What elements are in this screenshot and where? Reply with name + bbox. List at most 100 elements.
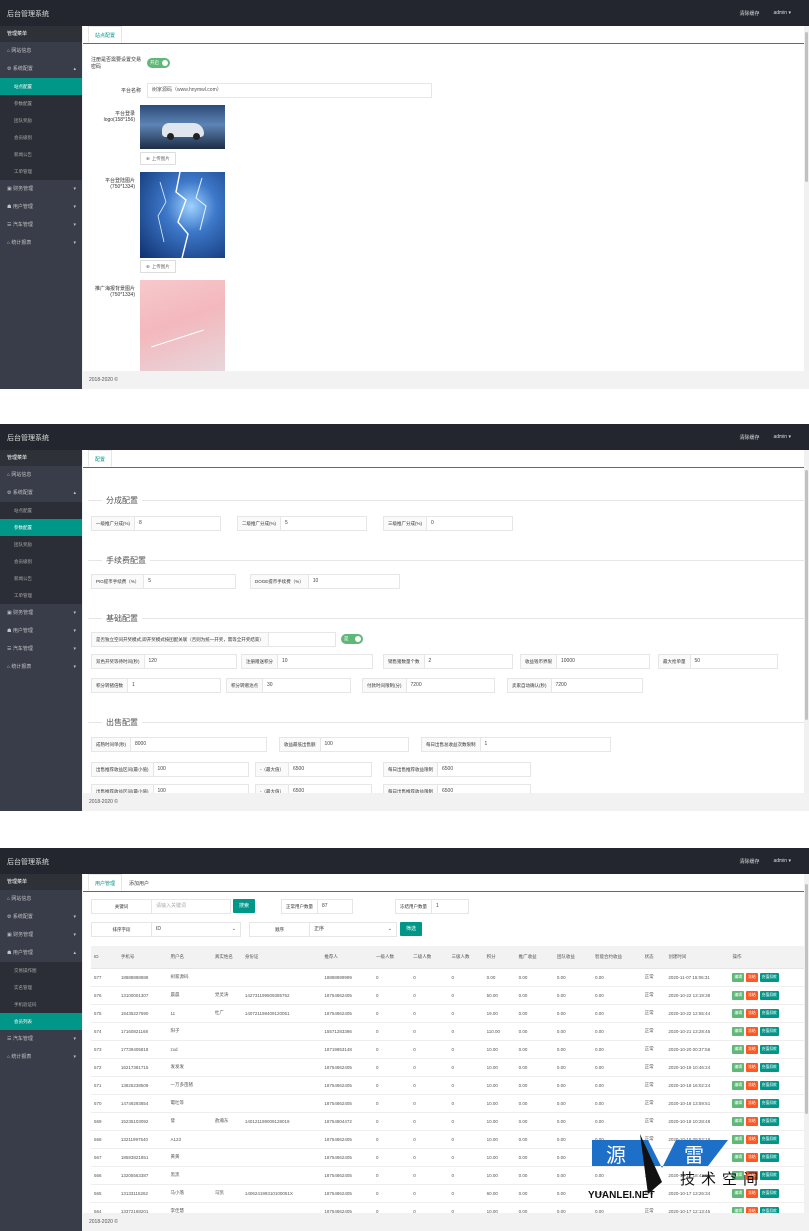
recharge-button[interactable]: 充值扣款 — [759, 1026, 779, 1036]
scrollbar[interactable] — [804, 450, 809, 811]
base-coin-limit: 收益钱币界限 10000 — [520, 654, 650, 669]
order-select[interactable]: 正序 — [310, 923, 324, 936]
table-cell: 18435227690 — [117, 1004, 168, 1023]
menu-stats[interactable]: ⌂ 统计报表 ▾ — [0, 658, 82, 676]
scrollbar[interactable] — [804, 26, 809, 389]
upload-bg-button[interactable]: ⊕ 上传图片 — [140, 260, 176, 273]
submenu-team-reward[interactable]: 团队奖励 — [0, 536, 82, 553]
edit-button[interactable]: 编辑 — [732, 1026, 745, 1036]
submenu-news[interactable]: 新闻公告 — [0, 570, 82, 587]
submenu-params[interactable]: 参数配置 — [0, 519, 82, 536]
tab-site-config[interactable]: 站点配置 — [88, 26, 123, 43]
submenu-tickets[interactable]: 工单管理 — [0, 163, 82, 180]
table-header: 一级人数 — [373, 946, 411, 969]
edit-button[interactable]: 编辑 — [732, 1008, 745, 1018]
user-menu[interactable]: admin ▾ — [773, 858, 791, 865]
freeze-button[interactable]: 冻结 — [746, 1026, 758, 1036]
freeze-button[interactable]: 冻结 — [746, 972, 758, 982]
recharge-button[interactable]: 充值扣款 — [759, 990, 779, 1000]
menu-stats[interactable]: ⌂ 统计报表 ▾ — [0, 1048, 82, 1066]
clear-cache-link[interactable]: 清除缓存 — [739, 10, 759, 17]
menu-stats[interactable]: ⌂ 统计报表 ▾ — [0, 234, 82, 252]
submenu-member-list[interactable]: 会员列表 — [0, 1013, 82, 1030]
table-cell — [211, 1076, 242, 1095]
clear-cache-link[interactable]: 清除缓存 — [739, 858, 759, 865]
table-cell — [241, 1202, 322, 1213]
menu-finance[interactable]: ▣ 财务管理 ▾ — [0, 926, 82, 944]
edit-button[interactable]: 编辑 — [732, 1044, 745, 1054]
user-menu[interactable]: admin ▾ — [773, 10, 791, 17]
register-switch[interactable]: 开启 — [147, 58, 170, 68]
menu-site-info[interactable]: ⌂ 网站信息 — [0, 42, 82, 60]
edit-button[interactable]: 编辑 — [732, 990, 745, 1000]
menu-system[interactable]: ⚙ 系统配置 ▴ — [0, 484, 82, 502]
keyword-input[interactable]: 请输入关键词 — [152, 900, 186, 913]
table-row: 576 13100001307 晨晨 党灵涛 142731199509385752 187… — [91, 986, 804, 1005]
submenu-realname[interactable]: 实名管理 — [0, 979, 82, 996]
search-button[interactable]: 搜索 — [233, 899, 256, 913]
edit-button[interactable]: 编辑 — [732, 1062, 745, 1072]
table-cell: 570 — [91, 1094, 118, 1113]
name-label: 平台名称 — [120, 88, 141, 94]
tab-add-user[interactable]: 添加用户 — [122, 874, 156, 891]
submenu-member-level[interactable]: 会员级别 — [0, 129, 82, 146]
edit-button[interactable]: 编辑 — [732, 972, 745, 982]
freeze-button[interactable]: 冻结 — [746, 1116, 758, 1126]
clear-cache-link[interactable]: 清除缓存 — [739, 434, 759, 441]
recharge-button[interactable]: 充值扣款 — [759, 1098, 779, 1108]
table-cell: 正常 — [641, 1094, 666, 1113]
platform-name-input[interactable]: 树家源码（www.hnymwl.com） — [147, 83, 432, 98]
recharge-button[interactable]: 充值扣款 — [759, 1116, 779, 1126]
upload-logo-button[interactable]: ⊕ 上传图片 — [140, 152, 176, 165]
menu-system[interactable]: ⚙ 系统配置 ▾ — [0, 908, 82, 926]
base-open-wait: 双色开奖等待时间(秒) 120 — [91, 654, 237, 669]
edit-button[interactable]: 编辑 — [732, 1080, 745, 1090]
table-cell: 李佳慧 — [167, 1202, 212, 1213]
table-cell: 0.00 — [592, 1058, 642, 1077]
menu-system[interactable]: ⚙ 系统配置 ▴ — [0, 60, 82, 78]
menu-users[interactable]: ☗ 用户管理 ▾ — [0, 622, 82, 640]
filter-button[interactable]: 筛选 — [400, 922, 423, 936]
recharge-button[interactable]: 充值扣款 — [759, 1080, 779, 1090]
freeze-button[interactable]: 冻结 — [746, 990, 758, 1000]
tab-user-manage[interactable]: 用户管理 — [88, 874, 123, 891]
edit-button[interactable]: 编辑 — [732, 1098, 745, 1108]
recharge-button[interactable]: 充值扣款 — [759, 1062, 779, 1072]
menu-cars[interactable]: ☰ 汽车管理 ▾ — [0, 216, 82, 234]
base-switch[interactable]: 是 — [341, 634, 363, 644]
menu-site-info[interactable]: ⌂ 网站信息 — [0, 890, 82, 908]
table-cell — [241, 968, 322, 987]
tab-config[interactable]: 配置 — [88, 450, 113, 467]
edit-button[interactable]: 编辑 — [732, 1116, 745, 1126]
menu-users[interactable]: ☗ 用户管理 ▴ — [0, 944, 82, 962]
user-menu[interactable]: admin ▾ — [773, 434, 791, 441]
table-cell: 正常 — [641, 1022, 666, 1041]
recharge-button[interactable]: 充值扣款 — [759, 972, 779, 982]
table-header: 状态 — [641, 946, 666, 969]
sort-select[interactable]: ID — [152, 923, 161, 936]
submenu-team-reward[interactable]: 团队奖励 — [0, 112, 82, 129]
freeze-button[interactable]: 冻结 — [746, 1062, 758, 1072]
scrollbar[interactable] — [804, 874, 809, 1231]
submenu-sms-code[interactable]: 手机验证码 — [0, 996, 82, 1013]
freeze-button[interactable]: 冻结 — [746, 1044, 758, 1054]
recharge-button[interactable]: 充值扣款 — [759, 1008, 779, 1018]
submenu-member-level[interactable]: 会员级别 — [0, 553, 82, 570]
recharge-button[interactable]: 充值扣款 — [759, 1044, 779, 1054]
menu-finance[interactable]: ▣ 财务管理 ▾ — [0, 180, 82, 198]
submenu-news[interactable]: 新闻公告 — [0, 146, 82, 163]
menu-cars[interactable]: ☰ 汽车管理 ▾ — [0, 640, 82, 658]
freeze-button[interactable]: 冻结 — [746, 1080, 758, 1090]
table-cell — [211, 1148, 242, 1167]
menu-users[interactable]: ☗ 用户管理 ▾ — [0, 198, 82, 216]
submenu-params[interactable]: 参数配置 — [0, 95, 82, 112]
submenu-site-config[interactable]: 站点配置 — [0, 78, 82, 95]
submenu-trade-chart[interactable]: 交易操作图 — [0, 962, 82, 979]
freeze-button[interactable]: 冻结 — [746, 1098, 758, 1108]
menu-cars[interactable]: ☰ 汽车管理 ▾ — [0, 1030, 82, 1048]
menu-site-info[interactable]: ⌂ 网站信息 — [0, 466, 82, 484]
menu-finance[interactable]: ▣ 财务管理 ▾ — [0, 604, 82, 622]
submenu-site-config[interactable]: 站点配置 — [0, 502, 82, 519]
submenu-tickets[interactable]: 工单管理 — [0, 587, 82, 604]
freeze-button[interactable]: 冻结 — [746, 1008, 758, 1018]
